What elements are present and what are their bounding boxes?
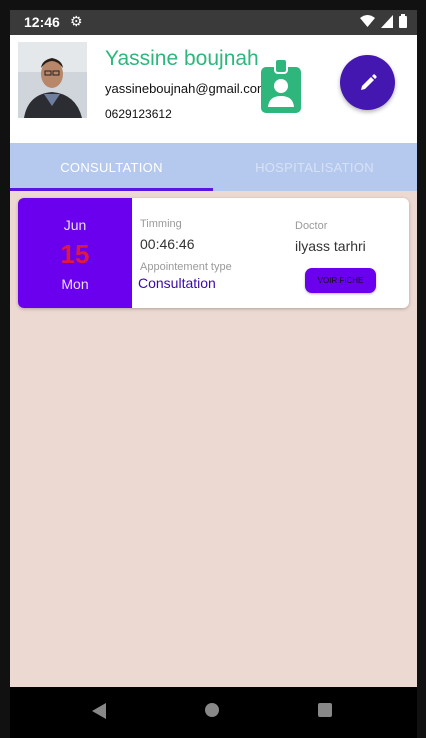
pencil-icon (360, 73, 377, 90)
app-screen: 12:46 ⚙ Yassine boujnah yassineboujnah@g… (10, 10, 417, 738)
timing-value: 00:46:46 (140, 236, 195, 252)
status-icons (360, 14, 407, 28)
home-icon[interactable] (205, 703, 219, 717)
voir-fiche-button[interactable]: VOIR FICHE (305, 268, 376, 293)
profile-header: Yassine boujnah yassineboujnah@gmail.com… (10, 35, 417, 143)
tab-indicator (10, 188, 213, 191)
battery-icon (399, 14, 407, 28)
gear-icon: ⚙ (70, 13, 83, 29)
tab-consultation[interactable]: CONSULTATION (10, 143, 213, 191)
doctor-value: ilyass tarhri (295, 238, 366, 254)
back-icon[interactable] (92, 703, 106, 719)
avatar (18, 42, 87, 118)
date-weekday: Mon (61, 276, 89, 292)
recents-icon[interactable] (318, 703, 332, 717)
profile-phone: 0629123612 (105, 107, 172, 121)
id-badge-icon[interactable] (261, 58, 301, 118)
signal-icon (381, 14, 393, 28)
edit-profile-button[interactable] (340, 55, 395, 110)
navigation-bar (10, 687, 417, 738)
date-panel: Jun 15 Mon (18, 198, 132, 308)
timing-label: Timming (140, 218, 182, 230)
date-day: 15 (60, 239, 90, 269)
status-time: 12:46 (24, 14, 60, 30)
date-month: Jun (63, 217, 87, 233)
appointment-type-value: Consultation (138, 275, 216, 291)
profile-email: yassineboujnah@gmail.com (105, 81, 268, 96)
doctor-label: Doctor (295, 220, 328, 232)
device-frame: 12:46 ⚙ Yassine boujnah yassineboujnah@g… (0, 0, 426, 738)
wifi-icon (360, 14, 375, 27)
tab-bar: CONSULTATION HOSPITALISATION (10, 143, 417, 191)
appointment-type-label: Appointement type (140, 261, 232, 273)
tab-hospitalisation[interactable]: HOSPITALISATION (213, 143, 416, 191)
appointment-card[interactable]: Jun 15 Mon Timming 00:46:46 Appointement… (18, 198, 409, 308)
status-bar: 12:46 ⚙ (10, 10, 417, 35)
profile-name: Yassine boujnah (105, 47, 259, 70)
